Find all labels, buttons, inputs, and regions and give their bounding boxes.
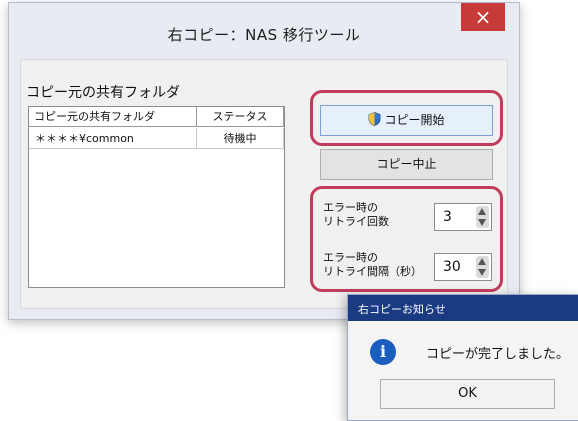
retry-interval-label: エラー時の リトライ間隔（秒）	[323, 251, 422, 278]
increment-icon[interactable]	[478, 258, 486, 265]
retry-interval-stepper[interactable]: 30	[434, 253, 492, 281]
retry-interval-value: 30	[443, 259, 461, 275]
column-header-status[interactable]: ステータス	[197, 107, 284, 127]
info-icon: i	[370, 339, 396, 365]
window-title: 右コピー：NAS 移行ツール	[167, 26, 361, 44]
cell-status: 待機中	[197, 128, 284, 149]
decrement-icon[interactable]	[478, 219, 486, 226]
retry-count-value: 3	[443, 209, 452, 225]
stop-copy-label: コピー中止	[376, 157, 437, 171]
retry-count-stepper[interactable]: 3	[434, 203, 492, 231]
increment-icon[interactable]	[478, 208, 486, 215]
folder-list-caption: コピー元の共有フォルダ	[26, 85, 180, 101]
column-header-folder[interactable]: コピー元の共有フォルダ	[29, 107, 197, 127]
cell-folder: ＊＊＊＊¥common	[29, 128, 197, 149]
decrement-icon[interactable]	[478, 269, 486, 276]
stop-copy-button[interactable]: コピー中止	[320, 149, 493, 180]
start-copy-label: コピー開始	[384, 113, 445, 127]
dialog-title: 右コピーお知らせ	[358, 303, 446, 316]
ok-button[interactable]: OK	[380, 379, 555, 409]
notice-dialog: 右コピーお知らせ i コピーが完了しました。 OK	[347, 294, 578, 421]
close-icon: ×	[474, 5, 492, 29]
start-copy-button[interactable]: コピー開始	[320, 105, 493, 136]
close-button[interactable]: ×	[461, 3, 505, 31]
title-bar[interactable]: 右コピー：NAS 移行ツール ×	[9, 3, 519, 59]
shield-icon	[369, 112, 381, 126]
folder-table[interactable]: コピー元の共有フォルダ ステータス ＊＊＊＊¥common 待機中	[28, 106, 285, 288]
dialog-message: コピーが完了しました。	[426, 347, 570, 362]
stepper-arrows[interactable]	[476, 256, 489, 278]
retry-count-label: エラー時の リトライ回数	[323, 201, 389, 228]
ok-label: OK	[458, 386, 477, 401]
dialog-title-bar[interactable]: 右コピーお知らせ	[348, 295, 578, 321]
stepper-arrows[interactable]	[476, 206, 489, 228]
